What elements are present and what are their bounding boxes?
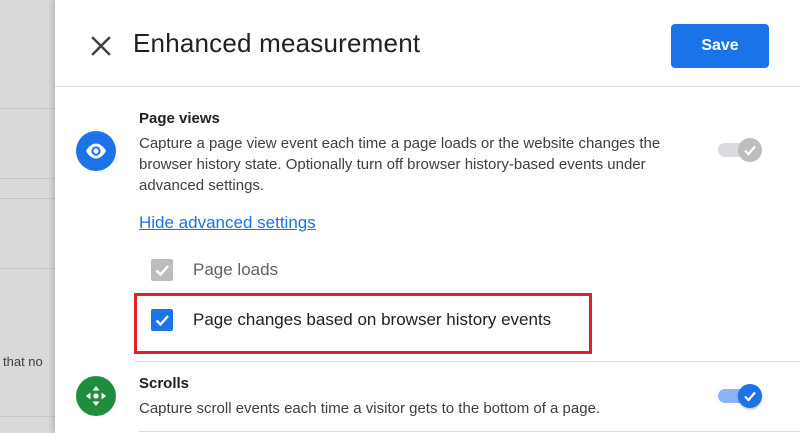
background-divider bbox=[0, 416, 55, 417]
page-views-title: Page views bbox=[139, 110, 220, 127]
eye-icon bbox=[76, 131, 116, 171]
history-events-checkbox[interactable] bbox=[151, 309, 173, 331]
scrolls-toggle[interactable] bbox=[718, 384, 762, 408]
panel-header: Enhanced measurement Save bbox=[55, 0, 800, 87]
background-divider bbox=[0, 268, 55, 269]
scroll-arrows-icon bbox=[76, 376, 116, 416]
page-loads-label: Page loads bbox=[193, 260, 279, 279]
page-views-toggle[interactable] bbox=[718, 138, 762, 162]
panel-title: Enhanced measurement bbox=[133, 28, 421, 58]
history-events-label: Page changes based on browser history ev… bbox=[193, 310, 552, 329]
page-views-description: Capture a page view event each time a pa… bbox=[139, 135, 661, 194]
background-page: that no bbox=[0, 0, 55, 433]
close-icon[interactable] bbox=[88, 33, 114, 59]
save-button[interactable]: Save bbox=[671, 24, 769, 68]
enhanced-measurement-panel: Enhanced measurement Save Page views Cap… bbox=[55, 0, 800, 433]
scrolls-title: Scrolls bbox=[139, 375, 190, 392]
toggle-knob bbox=[738, 384, 762, 408]
bottom-divider bbox=[139, 431, 800, 432]
background-divider bbox=[0, 108, 55, 109]
toggle-knob bbox=[738, 138, 762, 162]
scrolls-description: Capture scroll events each time a visito… bbox=[139, 400, 601, 417]
page-loads-checkbox[interactable] bbox=[151, 259, 173, 281]
hide-advanced-settings-link[interactable]: Hide advanced settings bbox=[139, 213, 316, 233]
section-divider bbox=[134, 361, 800, 362]
background-text: that no bbox=[3, 354, 43, 369]
background-divider bbox=[0, 178, 55, 179]
background-divider bbox=[0, 198, 55, 199]
